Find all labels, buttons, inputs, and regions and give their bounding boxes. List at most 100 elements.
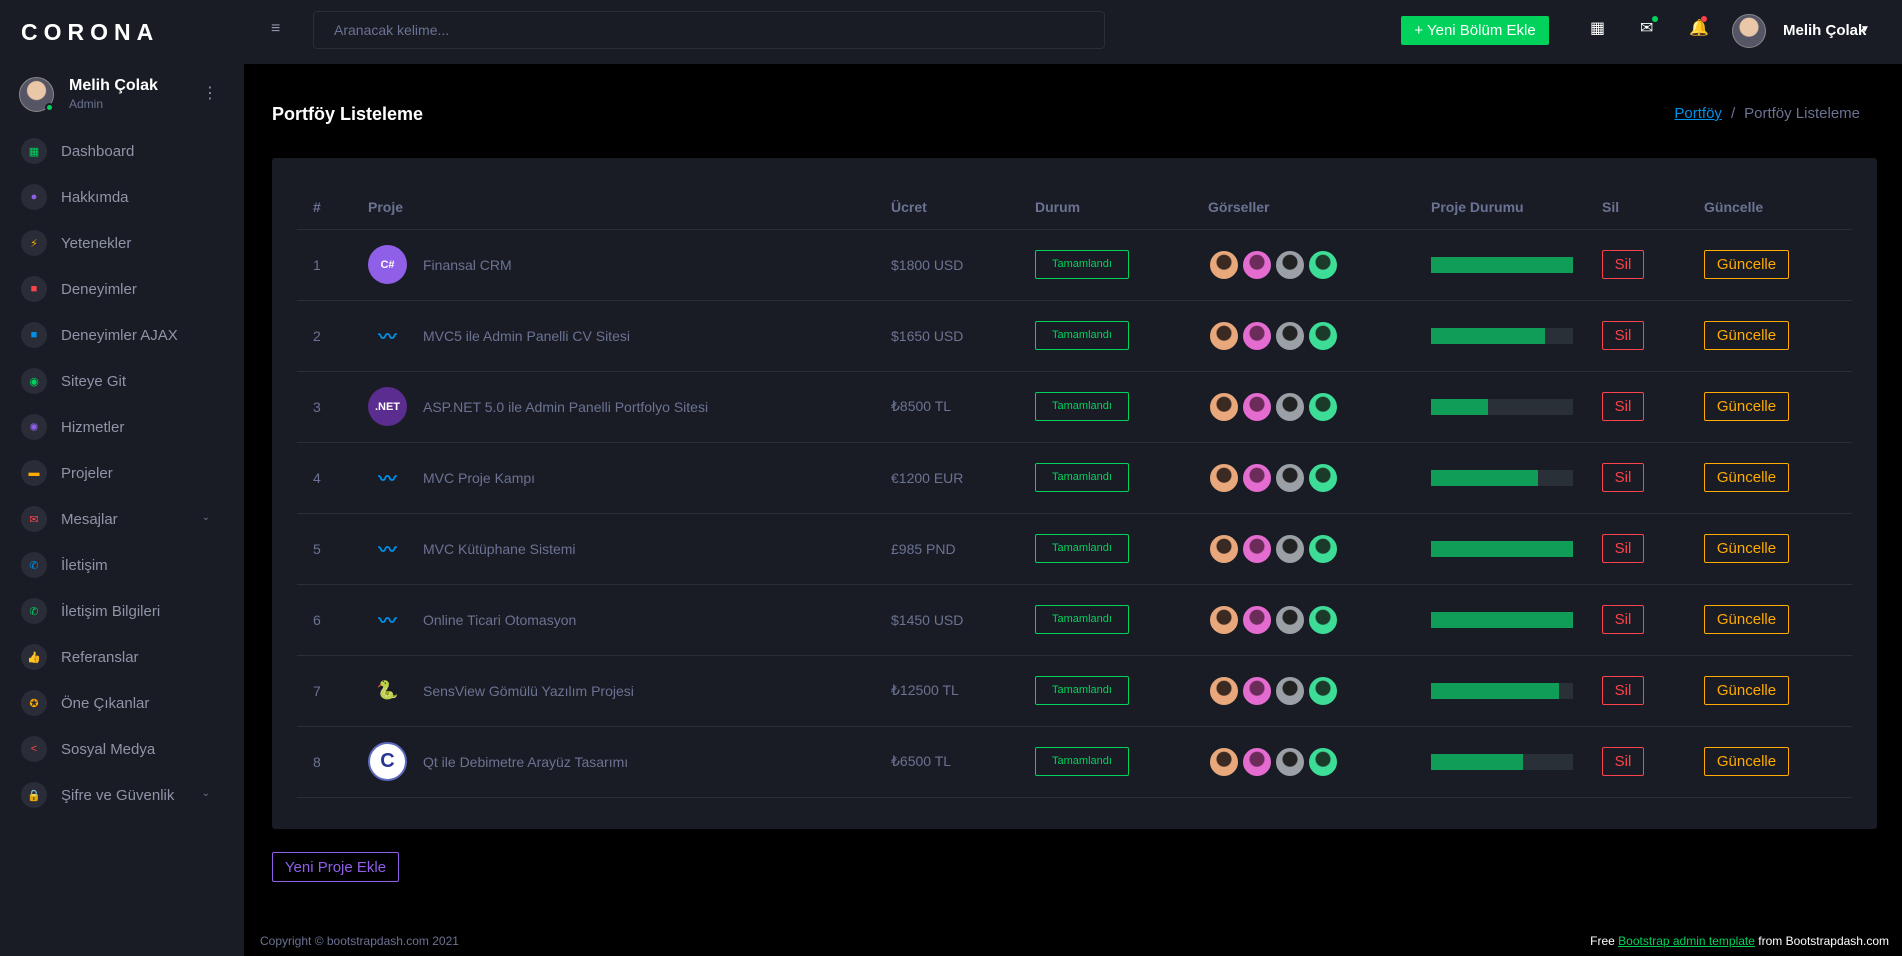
progress-fill <box>1431 256 1573 273</box>
sidebar-item-9[interactable]: ✆ İletişim <box>0 542 244 588</box>
delete-button[interactable]: Sil <box>1602 321 1644 350</box>
avatar <box>1274 532 1306 565</box>
sidebar-item-4[interactable]: ■ Deneyimler AJAX <box>0 312 244 358</box>
sidebar-item-14[interactable]: 🔒 Şifre ve Güvenlik ⌄ <box>0 772 244 818</box>
settings-icon: ✺ <box>21 414 47 440</box>
table-row: 5 〰 MVC Kütüphane Sistemi £985 PND Tamamland… <box>297 513 1852 585</box>
delete-button[interactable]: Sil <box>1602 392 1644 421</box>
lightning-icon: ⚡ <box>21 230 47 256</box>
avatar <box>1208 461 1240 494</box>
delete-button[interactable]: Sil <box>1602 676 1644 705</box>
update-cell: Güncelle <box>1704 442 1852 514</box>
search-input[interactable] <box>313 11 1105 49</box>
account-icon: ● <box>21 184 47 210</box>
sidebar-item-10[interactable]: ✆ İletişim Bilgileri <box>0 588 244 634</box>
avatar <box>1241 745 1273 778</box>
progress-cell <box>1431 300 1602 372</box>
table-row: 4 〰 MVC Proje Kampı €1200 EUR Tamamlandı Sil G… <box>297 442 1852 514</box>
table-header-row: # Proje Ücret Durum Görseller Proje Duru… <box>297 185 1852 230</box>
delete-button[interactable]: Sil <box>1602 250 1644 279</box>
bell-icon[interactable]: 🔔 <box>1689 16 1709 38</box>
sidebar-item-label: İletişim <box>61 556 108 574</box>
caret-down-icon[interactable]: ▼ <box>1860 24 1870 35</box>
more-vertical-icon[interactable]: ⋮ <box>202 86 218 102</box>
sidebar-item-label: Sosyal Medya <box>61 740 156 758</box>
progress-bar <box>1431 611 1573 628</box>
delete-button[interactable]: Sil <box>1602 463 1644 492</box>
portfolio-table: # Proje Ücret Durum Görseller Proje Duru… <box>297 185 1852 798</box>
sidebar-item-3[interactable]: ■ Deneyimler <box>0 266 244 312</box>
sidebar-item-12[interactable]: ✪ Öne Çıkanlar <box>0 680 244 726</box>
grid-view-icon[interactable]: ▦ <box>1590 18 1605 38</box>
new-project-button[interactable]: Yeni Proje Ekle <box>272 852 399 882</box>
delete-button[interactable]: Sil <box>1602 605 1644 634</box>
progress-fill <box>1431 327 1545 344</box>
progress-fill <box>1431 682 1559 699</box>
csharp-logo-icon: C# <box>368 245 407 284</box>
briefcase-icon: ■ <box>21 276 47 302</box>
sidebar-item-11[interactable]: 👍 Referanslar <box>0 634 244 680</box>
phone-icon: ✆ <box>21 598 47 624</box>
mvc-logo-icon: 〰 <box>378 468 397 489</box>
avatar[interactable] <box>19 76 54 112</box>
table-row: 1 C# Finansal CRM $1800 USD Tamamlandı Sil Gün… <box>297 229 1852 301</box>
footer-link[interactable]: Bootstrap admin template <box>1618 934 1755 948</box>
topbar: ≡ + Yeni Bölüm Ekle ▦ ✉ 🔔 Melih Çolak ▼ <box>244 0 1902 64</box>
sidebar-item-7[interactable]: ▬ Projeler <box>0 450 244 496</box>
avatar <box>1241 319 1273 352</box>
delete-cell: Sil <box>1602 442 1704 514</box>
breadcrumb-link[interactable]: Portföy <box>1674 105 1722 122</box>
update-button[interactable]: Güncelle <box>1704 534 1789 563</box>
avatar <box>1208 319 1240 352</box>
update-button[interactable]: Güncelle <box>1704 392 1789 421</box>
sidebar-item-0[interactable]: ▦ Dashboard <box>0 128 244 174</box>
dotnet-core-logo-icon: .NET <box>368 387 407 426</box>
status-cell: Tamamlandı <box>1035 371 1208 443</box>
project-name: MVC Kütüphane Sistemi <box>423 540 576 557</box>
sidebar-item-8[interactable]: ✉ Mesajlar ⌄ <box>0 496 244 542</box>
online-status-dot <box>45 102 54 112</box>
delete-cell: Sil <box>1602 584 1704 656</box>
menu-toggle-icon[interactable]: ≡ <box>271 20 280 38</box>
update-button[interactable]: Güncelle <box>1704 463 1789 492</box>
progress-bar <box>1431 540 1573 557</box>
update-button[interactable]: Güncelle <box>1704 676 1789 705</box>
c-language-logo-icon: C <box>368 742 407 781</box>
sidebar-nav: ▦ Dashboard ● Hakkımda ⚡ Yetenekler ■ Deneyimle… <box>0 128 244 818</box>
update-cell: Güncelle <box>1704 655 1852 727</box>
update-button[interactable]: Güncelle <box>1704 605 1789 634</box>
update-cell: Güncelle <box>1704 300 1852 372</box>
avatar <box>1274 319 1306 352</box>
sidebar-item-6[interactable]: ✺ Hizmetler <box>0 404 244 450</box>
sidebar-item-label: Deneyimler <box>61 280 137 298</box>
user-avatar[interactable] <box>1732 14 1766 48</box>
brand-logo[interactable]: CORONA <box>0 0 244 64</box>
email-icon[interactable]: ✉ <box>1640 16 1658 38</box>
avatar <box>1241 532 1273 565</box>
sidebar-item-2[interactable]: ⚡ Yetenekler <box>0 220 244 266</box>
sidebar-item-5[interactable]: ◉ Siteye Git <box>0 358 244 404</box>
table-row: 7 🐍 SensView Gömülü Yazılım Projesi ₺12500 … <box>297 655 1852 727</box>
status-cell: Tamamlandı <box>1035 584 1208 656</box>
delete-button[interactable]: Sil <box>1602 534 1644 563</box>
col-status: Durum <box>1035 185 1208 230</box>
sidebar-item-1[interactable]: ● Hakkımda <box>0 174 244 220</box>
sidebar-item-label: Mesajlar <box>61 510 118 528</box>
thumb-up-icon: 👍 <box>21 644 47 670</box>
update-cell: Güncelle <box>1704 513 1852 585</box>
avatar <box>1241 603 1273 636</box>
project-cell: 〰 MVC5 ile Admin Panelli CV Sitesi <box>368 300 891 372</box>
project-name: Finansal CRM <box>423 256 512 273</box>
footer-copyright: Copyright © bootstrapdash.com 2021 <box>260 934 459 948</box>
breadcrumb-separator: / <box>1730 105 1736 122</box>
user-name[interactable]: Melih Çolak <box>1783 22 1866 39</box>
update-button[interactable]: Güncelle <box>1704 250 1789 279</box>
add-section-button[interactable]: + Yeni Bölüm Ekle <box>1401 16 1549 45</box>
sidebar-item-label: İletişim Bilgileri <box>61 602 161 620</box>
update-button[interactable]: Güncelle <box>1704 321 1789 350</box>
delete-button[interactable]: Sil <box>1602 747 1644 776</box>
sidebar-item-13[interactable]: < Sosyal Medya <box>0 726 244 772</box>
project-cell: .NET ASP.NET 5.0 ile Admin Panelli Portfo… <box>368 371 891 443</box>
delete-cell: Sil <box>1602 371 1704 443</box>
update-button[interactable]: Güncelle <box>1704 747 1789 776</box>
